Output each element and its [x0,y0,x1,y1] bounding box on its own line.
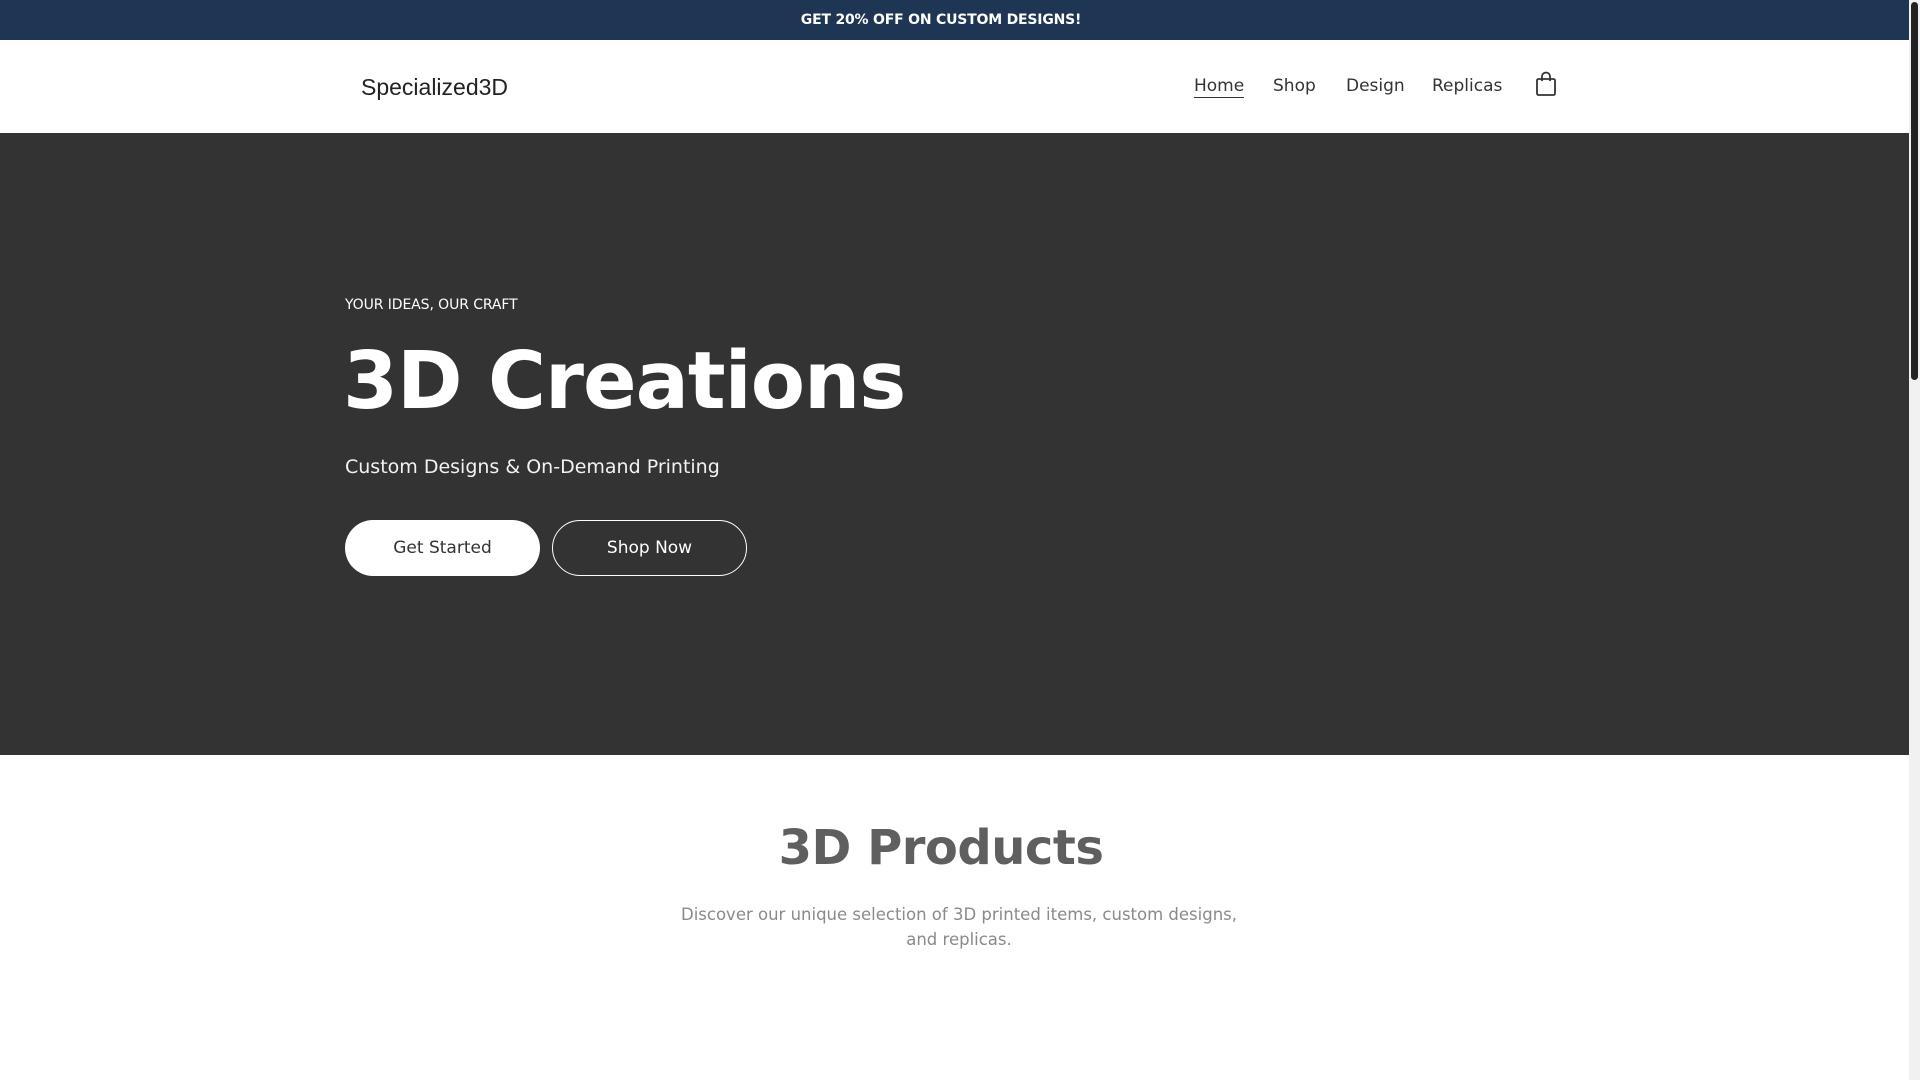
get-started-button[interactable]: Get Started [345,520,540,576]
nav-item-design[interactable]: Design [1346,76,1405,96]
nav-item-home[interactable]: Home [1194,76,1245,98]
site-logo[interactable]: Specialized3D [361,74,508,101]
products-description: Discover our unique selection of 3D prin… [681,905,1237,949]
nav-item-shop[interactable]: Shop [1273,76,1316,96]
page-scrollbar[interactable] [1909,0,1920,1080]
announcement-text: GET 20% OFF ON CUSTOM DESIGNS! [800,12,1082,28]
site-header: Specialized3D Home Shop Design Replicas [0,40,1920,133]
hero-subtitle: Custom Designs & On-Demand Printing [345,456,720,478]
shopping-bag-icon[interactable] [1535,71,1557,97]
shop-now-button[interactable]: Shop Now [552,520,747,576]
scrollbar-thumb[interactable] [1911,2,1918,380]
hero-eyebrow: YOUR IDEAS, OUR CRAFT [345,297,518,313]
announcement-bar: GET 20% OFF ON CUSTOM DESIGNS! [0,0,1920,40]
nav-item-replicas[interactable]: Replicas [1432,76,1502,96]
page: GET 20% OFF ON CUSTOM DESIGNS! Specializ… [0,0,1920,1080]
hero-title: 3D Creations [343,335,906,427]
products-title: 3D Products [778,820,1104,876]
hero-section: YOUR IDEAS, OUR CRAFT 3D Creations Custo… [0,133,1920,755]
